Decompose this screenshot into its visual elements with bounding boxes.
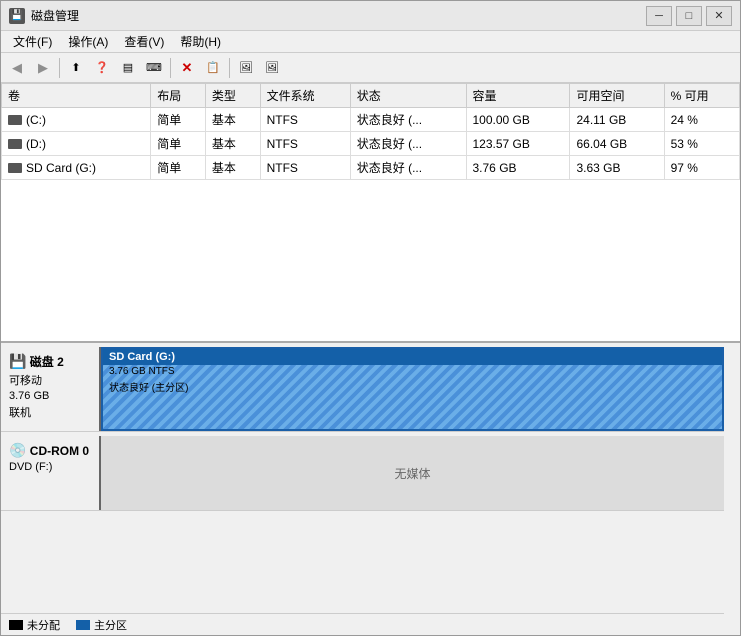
toolbar-sep-3 [229,58,230,78]
disk-2-partitions: SD Card (G:) 3.76 GB NTFS 状态良好 (主分区) [101,347,724,431]
cell-type: 基本 [205,108,260,132]
cell-pct: 53 % [664,132,739,156]
cell-layout: 简单 [151,108,206,132]
menu-view[interactable]: 查看(V) [116,31,172,52]
menu-help[interactable]: 帮助(H) [172,31,229,52]
app-icon: 💾 [9,8,25,24]
cell-free: 66.04 GB [570,132,664,156]
cell-type: 基本 [205,132,260,156]
col-type: 类型 [205,84,260,108]
disk-2-type: 可移动 [9,372,91,388]
toolbar-sep-1 [59,58,60,78]
menu-bar: 文件(F) 操作(A) 查看(V) 帮助(H) [1,31,740,53]
cell-capacity: 3.76 GB [466,156,570,180]
forward-button[interactable]: ▶ [31,57,55,79]
col-layout: 布局 [151,84,206,108]
img2-button[interactable]: 🖼 [260,57,284,79]
cdrom-0-row: 💿 CD-ROM 0 DVD (F:) 无媒体 [1,436,724,511]
partition-sdcard[interactable]: SD Card (G:) 3.76 GB NTFS 状态良好 (主分区) [101,347,724,431]
toolbar-sep-2 [170,58,171,78]
volume-table: 卷 布局 类型 文件系统 状态 容量 可用空间 % 可用 (C:) 简单 基本 … [1,83,740,180]
delete-button[interactable]: ✕ [175,57,199,79]
cell-type: 基本 [205,156,260,180]
cell-pct: 24 % [664,108,739,132]
col-free: 可用空间 [570,84,664,108]
cell-fs: NTFS [260,156,350,180]
title-bar: 💾 磁盘管理 ─ □ ✕ [1,1,740,31]
col-vol: 卷 [2,84,151,108]
info-button[interactable]: ❓ [90,57,114,79]
partition-sdcard-size: 3.76 GB NTFS [103,365,722,378]
table-row[interactable]: SD Card (G:) 简单 基本 NTFS 状态良好 (... 3.76 G… [2,156,740,180]
legend-primary-swatch [76,620,90,630]
col-pct: % 可用 [664,84,739,108]
cell-status: 状态良好 (... [350,108,466,132]
cell-vol: SD Card (G:) [2,156,151,180]
minimize-button[interactable]: ─ [646,6,672,26]
cell-capacity: 100.00 GB [466,108,570,132]
disk-2-size: 3.76 GB [9,390,91,402]
main-window: 💾 磁盘管理 ─ □ ✕ 文件(F) 操作(A) 查看(V) 帮助(H) ◀ ▶… [0,0,741,636]
legend-primary: 主分区 [76,617,127,633]
disk-2-row: 💾 磁盘 2 可移动 3.76 GB 联机 SD Card (G:) 3.76 … [1,347,724,432]
cell-vol: (C:) [2,108,151,132]
legend-bar: 未分配 主分区 [1,613,724,635]
cell-fs: NTFS [260,132,350,156]
col-status: 状态 [350,84,466,108]
props-button[interactable]: 📋 [201,57,225,79]
cdrom-0-icon-label: 💿 CD-ROM 0 [9,442,91,459]
back-button[interactable]: ◀ [5,57,29,79]
menu-action[interactable]: 操作(A) [60,31,116,52]
partition-sdcard-status: 状态良好 (主分区) [103,378,722,395]
legend-unalloc: 未分配 [9,617,60,633]
table-row[interactable]: (D:) 简单 基本 NTFS 状态良好 (... 123.57 GB 66.0… [2,132,740,156]
close-button[interactable]: ✕ [706,6,732,26]
col-capacity: 容量 [466,84,570,108]
cell-pct: 97 % [664,156,739,180]
cdrom-0-info: 💿 CD-ROM 0 DVD (F:) [1,436,101,510]
disk-2-info: 💾 磁盘 2 可移动 3.76 GB 联机 [1,347,101,431]
maximize-button[interactable]: □ [676,6,702,26]
disk-panel-wrapper: 💾 磁盘 2 可移动 3.76 GB 联机 SD Card (G:) 3.76 … [1,343,740,635]
window-title: 磁盘管理 [31,7,646,24]
disk-2-icon-label: 💾 磁盘 2 [9,353,91,370]
cell-status: 状态良好 (... [350,132,466,156]
legend-unalloc-swatch [9,620,23,630]
col-fs: 文件系统 [260,84,350,108]
partition-sdcard-label: SD Card (G:) [103,349,722,365]
disk-2-status: 联机 [9,404,91,420]
volume-list: 卷 布局 类型 文件系统 状态 容量 可用空间 % 可用 (C:) 简单 基本 … [1,83,740,343]
table-row[interactable]: (C:) 简单 基本 NTFS 状态良好 (... 100.00 GB 24.1… [2,108,740,132]
cell-vol: (D:) [2,132,151,156]
cdrom-0-type: DVD (F:) [9,461,91,473]
main-content: 卷 布局 类型 文件系统 状态 容量 可用空间 % 可用 (C:) 简单 基本 … [1,83,740,635]
cell-capacity: 123.57 GB [466,132,570,156]
cell-free: 24.11 GB [570,108,664,132]
legend-unalloc-label: 未分配 [27,617,60,633]
cell-layout: 简单 [151,132,206,156]
window-controls: ─ □ ✕ [646,6,732,26]
cell-status: 状态良好 (... [350,156,466,180]
cdrom-0-content: 无媒体 [101,436,724,510]
img1-button[interactable]: 🖼 [234,57,258,79]
menu-file[interactable]: 文件(F) [5,31,60,52]
legend-primary-label: 主分区 [94,617,127,633]
cell-layout: 简单 [151,156,206,180]
toolbar: ◀ ▶ ⬆ ❓ ▤ ⌨ ✕ 📋 🖼 🖼 [1,53,740,83]
cmd-button[interactable]: ⌨ [142,57,166,79]
disk-panel: 💾 磁盘 2 可移动 3.76 GB 联机 SD Card (G:) 3.76 … [1,343,740,635]
up-button[interactable]: ⬆ [64,57,88,79]
cell-free: 3.63 GB [570,156,664,180]
cell-fs: NTFS [260,108,350,132]
view-button[interactable]: ▤ [116,57,140,79]
